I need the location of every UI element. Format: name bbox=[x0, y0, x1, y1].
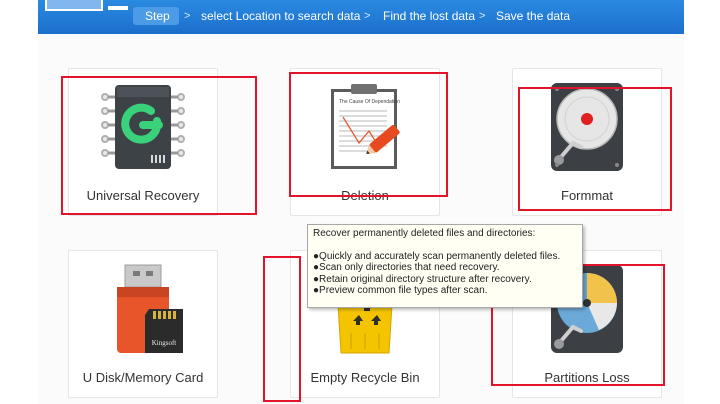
breadcrumb-find-lost-data: Find the lost data bbox=[383, 9, 476, 23]
monitor-logo-icon bbox=[44, 0, 134, 14]
mode-label: Deletion bbox=[341, 188, 389, 203]
document-title: The Cause Of Dependation bbox=[339, 99, 400, 105]
breadcrumb-separator: > bbox=[479, 10, 486, 22]
breadcrumb-select-location: select Location to search data bbox=[201, 9, 361, 23]
chip-g-icon bbox=[69, 81, 217, 173]
tooltip-item: ●Quickly and accurately scan permanently… bbox=[313, 250, 561, 262]
right-margin bbox=[684, 0, 720, 404]
mode-u-disk-memory-card[interactable]: Kingsoft U Disk/Memory Card bbox=[68, 250, 218, 398]
breadcrumb-separator: > bbox=[364, 10, 371, 22]
clipboard-pencil-icon: The Cause Of Dependation bbox=[291, 81, 439, 173]
breadcrumb-separator: > bbox=[184, 10, 191, 22]
breadcrumb-step: Step bbox=[133, 7, 179, 25]
tooltip-item: ●Preview common file types after scan. bbox=[313, 285, 488, 296]
mode-deletion[interactable]: The Cause Of Dependation Deletion bbox=[290, 68, 440, 216]
tooltip-item: ●Scan only directories that need recover… bbox=[313, 262, 500, 273]
deletion-tooltip: Recover permanently deleted files and di… bbox=[307, 224, 583, 308]
mode-label: Universal Recovery bbox=[86, 188, 200, 203]
mode-label: Empty Recycle Bin bbox=[310, 370, 420, 385]
usb-sd-card-icon: Kingsoft bbox=[69, 263, 217, 355]
card-brand: Kingsoft bbox=[152, 339, 177, 347]
hard-drive-icon bbox=[513, 81, 661, 173]
app-header: Step > select Location to search data > … bbox=[38, 0, 684, 34]
tooltip-heading: Recover permanently deleted files and di… bbox=[313, 228, 536, 239]
tooltip-item: ●Retain original directory structure aft… bbox=[313, 273, 532, 285]
mode-format[interactable]: Formmat bbox=[512, 68, 662, 216]
mode-label: Formmat bbox=[561, 188, 613, 203]
breadcrumb-save-data: Save the data bbox=[496, 9, 571, 23]
left-margin bbox=[0, 0, 38, 404]
mode-universal-recovery[interactable]: Universal Recovery bbox=[68, 68, 218, 216]
mode-label: Partitions Loss bbox=[544, 370, 630, 385]
mode-label: U Disk/Memory Card bbox=[82, 370, 204, 385]
